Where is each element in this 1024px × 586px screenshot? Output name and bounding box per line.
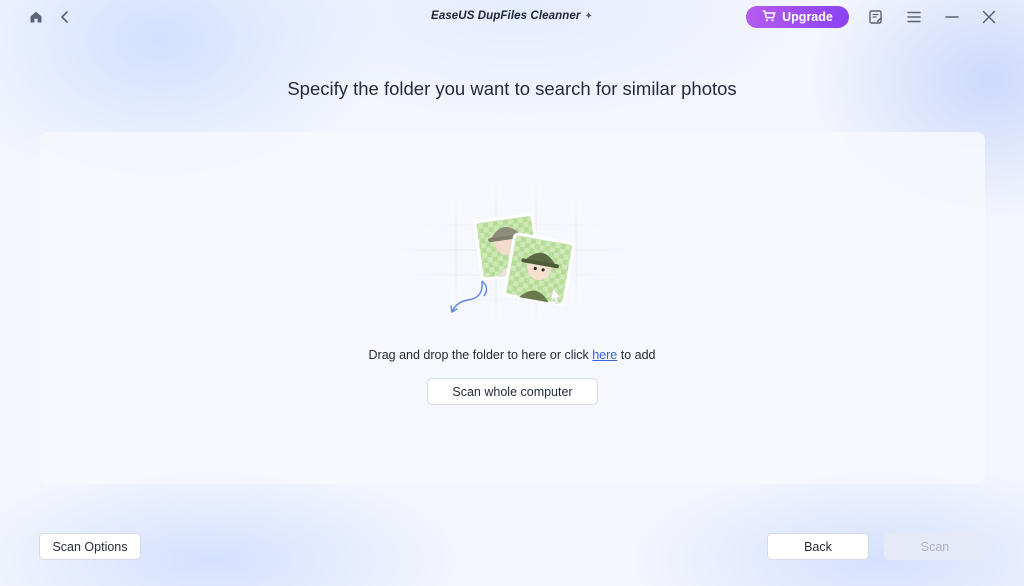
- page-title: Specify the folder you want to search fo…: [287, 78, 737, 99]
- close-icon[interactable]: [980, 8, 998, 26]
- drop-instructions: Drag and drop the folder to here or clic…: [0, 348, 1024, 362]
- drop-text-after: to add: [617, 348, 656, 362]
- scan-button[interactable]: Scan: [884, 533, 986, 560]
- app-title-text: EaseUS DupFiles Cleanner: [431, 10, 581, 22]
- minimize-icon[interactable]: [943, 8, 961, 26]
- title-bar: EaseUS DupFiles Cleanner ✦ Upgrade: [0, 0, 1024, 34]
- cart-icon: [762, 9, 776, 25]
- scan-whole-computer-button[interactable]: Scan whole computer: [427, 378, 598, 405]
- back-button[interactable]: Back: [767, 533, 869, 560]
- feedback-icon[interactable]: [867, 8, 885, 26]
- add-folder-link[interactable]: here: [592, 348, 617, 362]
- menu-icon[interactable]: [905, 8, 923, 26]
- photos-illustration: [396, 150, 628, 320]
- sparkle-icon: ✦: [584, 11, 593, 22]
- upgrade-button[interactable]: Upgrade: [746, 6, 849, 28]
- scan-options-button[interactable]: Scan Options: [39, 533, 141, 560]
- drop-text-before: Drag and drop the folder to here or clic…: [368, 348, 593, 362]
- upgrade-label: Upgrade: [782, 10, 833, 24]
